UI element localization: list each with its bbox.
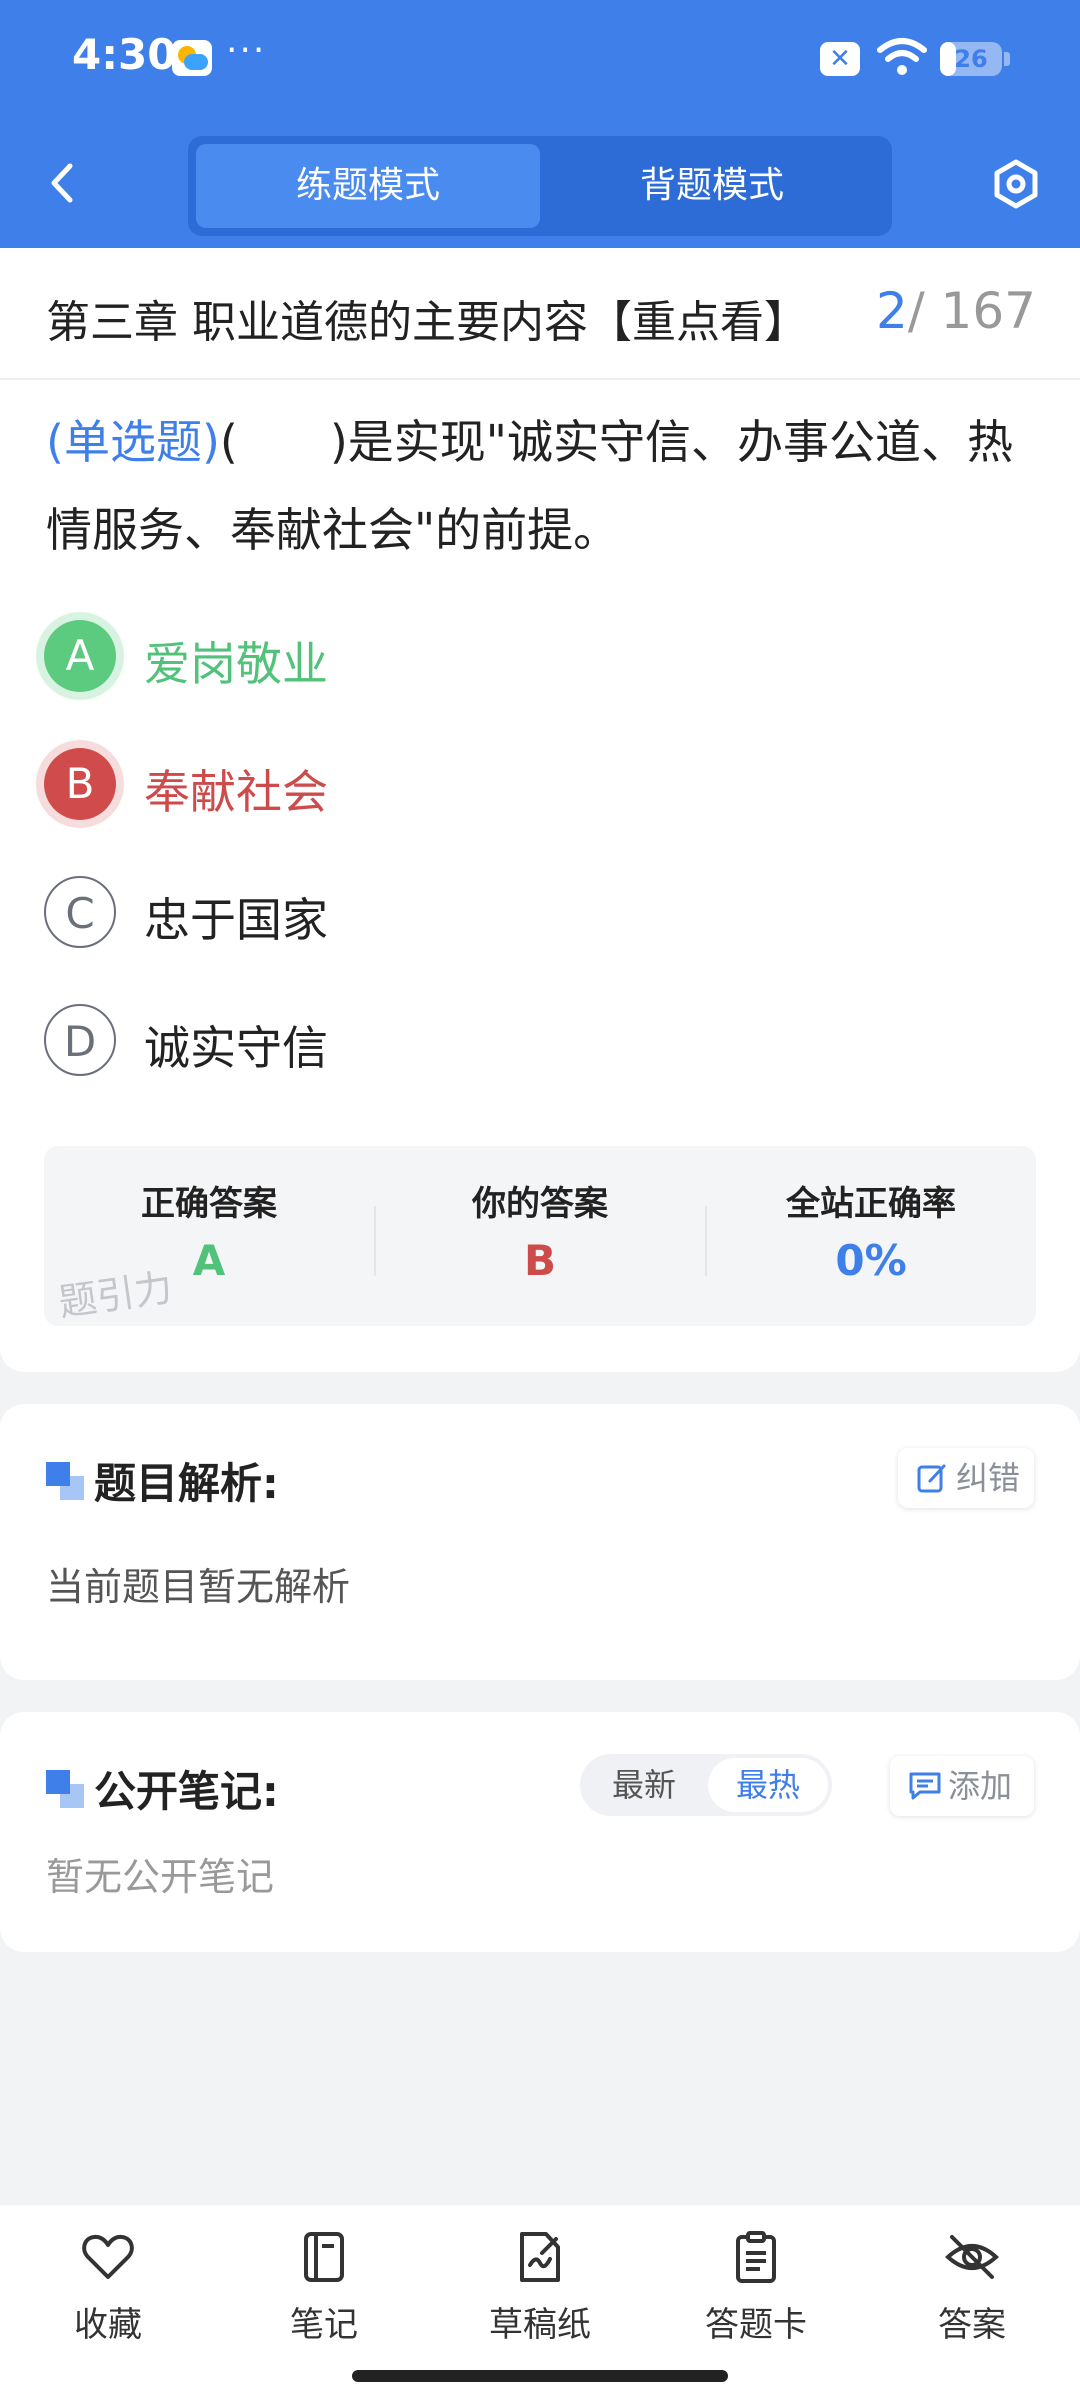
answer-summary: 正确答案 A 你的答案 B 全站正确率 0% 题引力 [44, 1146, 1036, 1326]
question-counter: 2/ 167 [876, 282, 1036, 340]
nav-answer-toggle[interactable]: 答案 [864, 2205, 1080, 2365]
nav-draft-paper[interactable]: 草稿纸 [432, 2205, 648, 2365]
eye-off-icon [945, 2235, 999, 2279]
report-error-label: 纠错 [956, 1459, 1021, 1497]
mode-switch: 练题模式 背题模式 [188, 136, 892, 236]
add-note-label: 添加 [948, 1767, 1013, 1805]
nav-notes[interactable]: 笔记 [216, 2205, 432, 2365]
chapter-row: 第三章 职业道德的主要内容【重点看】 2/ 167 [0, 248, 1080, 380]
battery-level: 26 [954, 45, 988, 73]
your-answer-value: B [523, 1236, 556, 1285]
notification-x-icon: ✕ [820, 42, 860, 76]
chapter-title: 第三章 职业道德的主要内容【重点看】 [46, 297, 808, 348]
total-questions: / 167 [907, 282, 1036, 340]
analysis-body: 当前题目暂无解析 [46, 1565, 351, 1609]
notes-empty-text: 暂无公开笔记 [46, 1855, 275, 1899]
comment-icon [909, 1772, 941, 1800]
answer-sheet-icon [736, 2231, 776, 2283]
nav-answer-sheet[interactable]: 答题卡 [648, 2205, 864, 2365]
option-text: 诚实守信 [144, 1021, 328, 1075]
option-text: 奉献社会 [144, 765, 328, 819]
option-letter: A [44, 620, 116, 692]
more-notifications-icon: ··· [226, 30, 267, 71]
sort-hottest-button[interactable]: 最热 [708, 1758, 828, 1812]
section-marker-icon [46, 1770, 84, 1808]
option-letter: D [44, 1004, 116, 1076]
status-time: 4:30 [72, 30, 177, 79]
sort-newest-button[interactable]: 最新 [584, 1758, 704, 1812]
wifi-icon [877, 38, 927, 75]
settings-icon[interactable] [990, 158, 1042, 210]
option-b[interactable]: B 奉献社会 [44, 748, 944, 838]
correct-answer-label: 正确答案 [141, 1184, 277, 1224]
home-indicator[interactable] [352, 2370, 728, 2382]
section-marker-icon [46, 1462, 84, 1500]
header: 4:30 ··· ✕ 26 练题模式 背题模式 [0, 0, 1080, 248]
question-type: (单选题) [46, 415, 220, 469]
notes-title: 公开笔记: [94, 1767, 279, 1816]
notes-sort-switch: 最新 最热 [580, 1754, 832, 1816]
notebook-icon [304, 2232, 344, 2282]
option-a[interactable]: A 爱岗敬业 [44, 620, 944, 710]
status-bar: 4:30 ··· ✕ 26 [0, 0, 1080, 120]
edit-icon [917, 1464, 946, 1493]
accuracy-rate-value: 0% [835, 1236, 907, 1285]
current-question-number: 2 [876, 282, 908, 340]
option-text: 忠于国家 [144, 893, 328, 947]
draft-paper-icon [520, 2232, 560, 2282]
analysis-card: 题目解析: 纠错 当前题目暂无解析 [0, 1404, 1080, 1680]
option-d[interactable]: D 诚实守信 [44, 1004, 944, 1094]
chevron-left-icon[interactable] [40, 160, 86, 206]
nav-label: 草稿纸 [489, 2305, 591, 2345]
option-text: 爱岗敬业 [144, 637, 328, 691]
your-answer-column: 你的答案 B [375, 1146, 705, 1326]
option-letter: C [44, 876, 116, 948]
question-card: 第三章 职业道德的主要内容【重点看】 2/ 167 (单选题)( )是实现"诚实… [0, 248, 1080, 1372]
weather-icon [172, 40, 212, 76]
nav-label: 答题卡 [705, 2305, 807, 2345]
accuracy-rate-label: 全站正确率 [786, 1184, 956, 1224]
your-answer-label: 你的答案 [472, 1184, 608, 1224]
tab-practice-mode[interactable]: 练题模式 [196, 144, 540, 228]
nav-label: 笔记 [290, 2305, 358, 2345]
add-note-button[interactable]: 添加 [890, 1756, 1034, 1816]
heart-icon [82, 2234, 134, 2279]
accuracy-rate-column: 全站正确率 0% [706, 1146, 1036, 1326]
question-stem: (单选题)( )是实现"诚实守信、办事公道、热情服务、奉献社会"的前提。 [46, 398, 1036, 574]
nav-label: 收藏 [74, 2305, 142, 2345]
option-c[interactable]: C 忠于国家 [44, 876, 944, 966]
battery-cap [1004, 52, 1010, 66]
nav-favorite[interactable]: 收藏 [0, 2205, 216, 2365]
notes-card: 公开笔记: 最新 最热 添加 暂无公开笔记 [0, 1712, 1080, 1952]
nav-label: 答案 [938, 2305, 1006, 2345]
analysis-title: 题目解析: [94, 1459, 279, 1508]
battery-icon: 26 [940, 42, 1002, 76]
option-letter: B [44, 748, 116, 820]
report-error-button[interactable]: 纠错 [898, 1448, 1034, 1508]
tab-memorize-mode[interactable]: 背题模式 [540, 144, 884, 228]
